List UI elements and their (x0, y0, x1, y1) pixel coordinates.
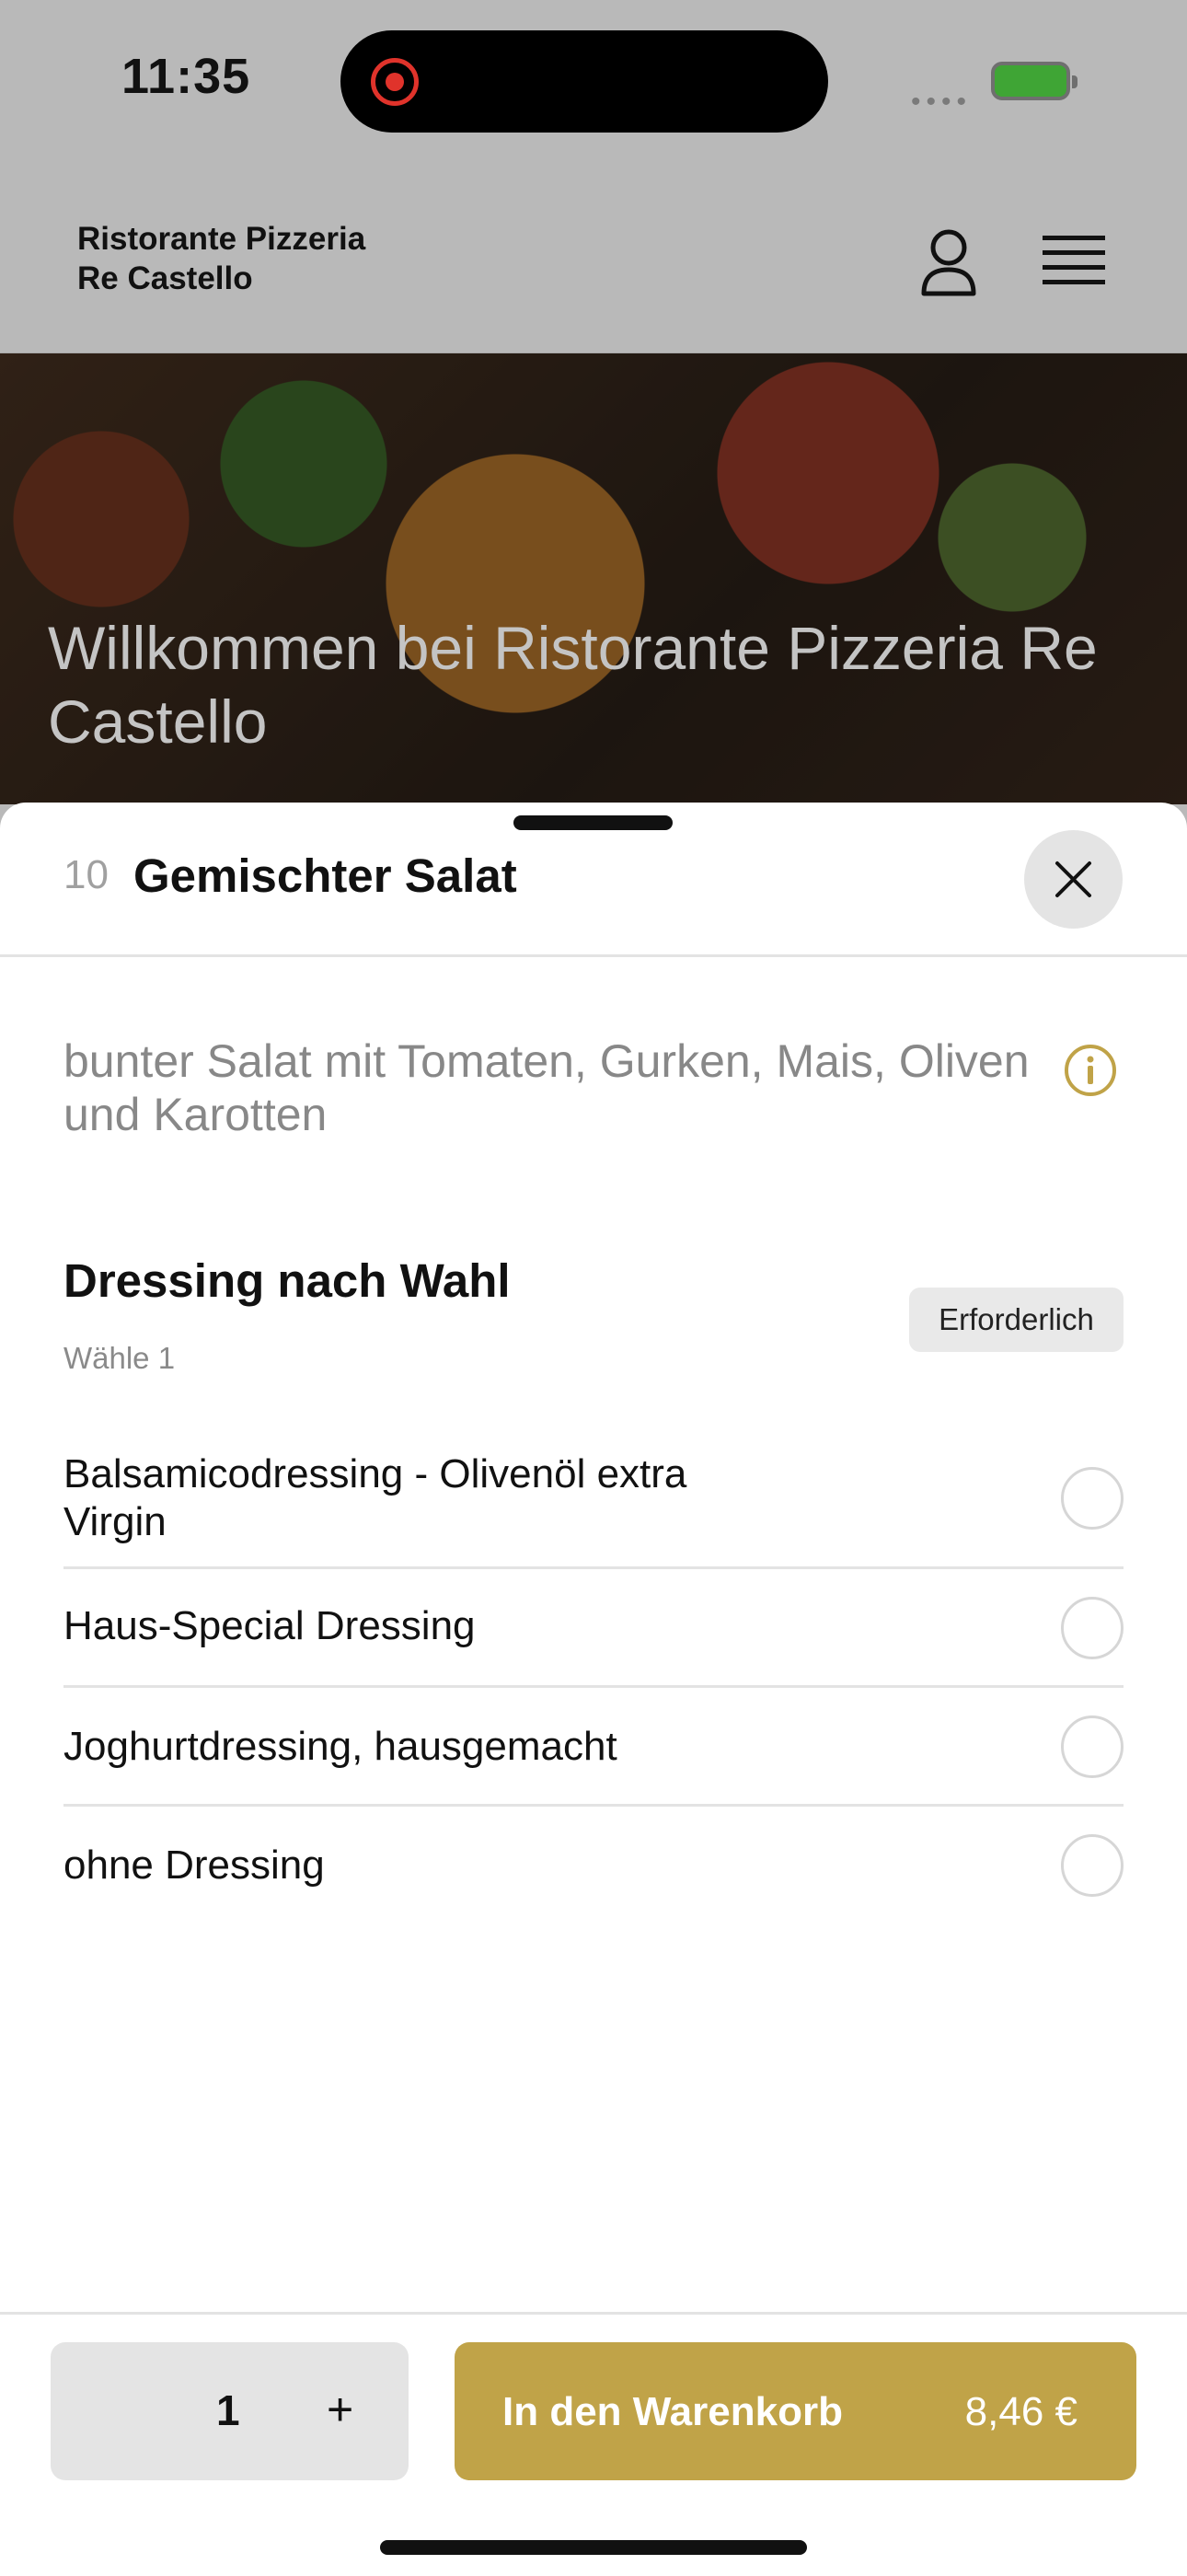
status-time: 11:35 (121, 49, 251, 104)
add-to-cart-label: In den Warenkorb (502, 2389, 843, 2434)
close-button[interactable] (1024, 830, 1123, 929)
hamburger-menu-icon[interactable] (1043, 232, 1105, 287)
info-icon[interactable] (1063, 1043, 1118, 1098)
hero-banner: Willkommen bei Ristorante Pizzeria Re Ca… (0, 353, 1187, 804)
hero-title: Willkommen bei Ristorante Pizzeria Re Ca… (48, 614, 1098, 756)
item-description: bunter Salat mit Tomaten, Gurken, Mais, … (63, 1035, 1030, 1140)
option-joghurt[interactable]: Joghurtdressing, hausgemacht (63, 1688, 1124, 1807)
option-label: Haus-Special Dressing (63, 1603, 476, 1648)
increment-button[interactable]: + (327, 2383, 353, 2436)
dynamic-island (340, 30, 828, 133)
option-group-subtitle: Wähle 1 (63, 1341, 176, 1375)
signal-icon: •••• (911, 87, 973, 117)
brand-name[interactable]: Ristorante Pizzeria Re Castello (77, 219, 365, 298)
sheet-header: 10 Gemischter Salat (0, 803, 1187, 957)
option-haus-special[interactable]: Haus-Special Dressing (63, 1569, 1124, 1688)
option-label: Balsamicodressing - Olivenöl extra Virgi… (63, 1451, 687, 1544)
battery-charging-icon (991, 62, 1078, 100)
user-account-icon[interactable] (918, 225, 979, 299)
required-badge: Erforderlich (909, 1288, 1124, 1352)
radio-button[interactable] (1061, 1597, 1124, 1659)
radio-button[interactable] (1061, 1715, 1124, 1778)
item-number: 10 (63, 852, 109, 897)
item-title: Gemischter Salat (133, 849, 517, 902)
home-indicator[interactable] (380, 2540, 807, 2555)
add-to-cart-button[interactable]: In den Warenkorb 8,46 € (455, 2342, 1136, 2480)
product-sheet: 10 Gemischter Salat bunter Salat mit Tom… (0, 803, 1187, 2576)
site-header: Ristorante Pizzeria Re Castello (0, 184, 1187, 354)
status-bar: 11:35 •••• (0, 0, 1187, 184)
option-ohne-dressing[interactable]: ohne Dressing (63, 1807, 1124, 1923)
option-group-title: Dressing nach Wahl (63, 1254, 511, 1307)
option-label: ohne Dressing (63, 1842, 325, 1888)
dressing-options: Balsamicodressing - Olivenöl extra Virgi… (63, 1430, 1124, 1923)
option-balsamico[interactable]: Balsamicodressing - Olivenöl extra Virgi… (63, 1430, 1124, 1569)
option-label: Joghurtdressing, hausgemacht (63, 1724, 617, 1769)
sheet-footer: 1 + In den Warenkorb 8,46 € (0, 2312, 1187, 2576)
quantity-stepper: 1 + (51, 2342, 409, 2480)
radio-button[interactable] (1061, 1467, 1124, 1530)
quantity-value: 1 (216, 2386, 240, 2434)
radio-button[interactable] (1061, 1834, 1124, 1897)
recording-icon (371, 58, 419, 106)
close-icon (1055, 861, 1091, 897)
price-label: 8,46 € (964, 2389, 1078, 2434)
